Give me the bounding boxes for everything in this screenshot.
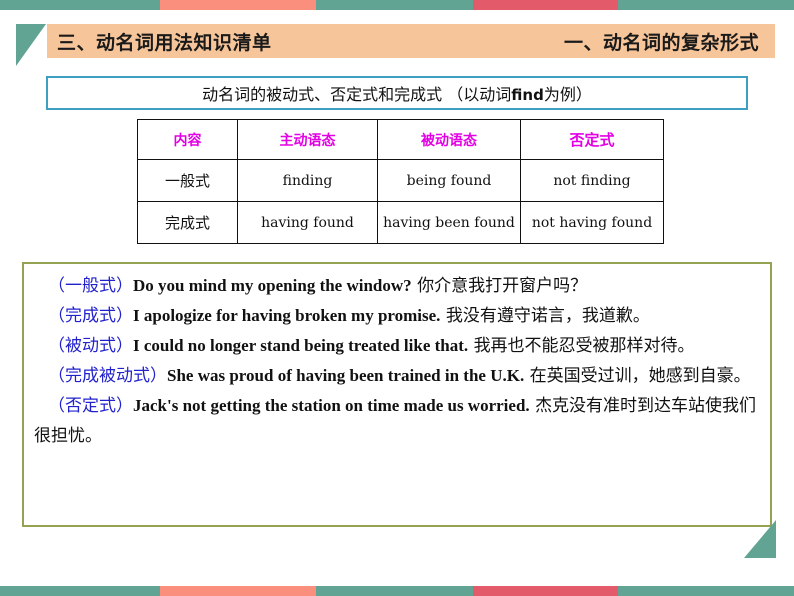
subtitle-text-after: 为例） xyxy=(543,85,592,104)
slide-header: 三、动名词用法知识清单 一、动名词的复杂形式 xyxy=(0,24,794,66)
example-tag: （完成被动式） xyxy=(48,366,167,386)
table-cell-row0-col2: being found xyxy=(377,159,521,202)
example-line: （一般式）Do you mind my opening the window? … xyxy=(34,271,760,301)
example-tag: （完成式） xyxy=(48,306,133,326)
header-bar: 三、动名词用法知识清单 一、动名词的复杂形式 xyxy=(47,24,775,58)
table-cell-row0-col0: 一般式 xyxy=(137,159,238,202)
strip-band xyxy=(316,0,473,10)
subtitle-text-emphasis: find xyxy=(511,86,544,104)
example-line: （完成被动式）She was proud of having been trai… xyxy=(34,361,760,391)
table-cell-row1-col0: 完成式 xyxy=(137,201,238,244)
table-cell-row1-col2: having been found xyxy=(377,201,521,244)
table-cell-row0-col1: finding xyxy=(237,159,378,202)
strip-band xyxy=(618,0,794,10)
example-chinese: 我再也不能忍受被那样对待。 xyxy=(473,336,695,356)
table-row: 一般式 finding being found not finding xyxy=(137,159,664,202)
gerund-forms-table: 内容 主动语态 被动语态 否定式 一般式 finding being found… xyxy=(137,119,664,244)
table-header-row: 内容 主动语态 被动语态 否定式 xyxy=(137,119,664,160)
example-tag: （否定式） xyxy=(48,396,133,416)
example-line: （否定式）Jack's not getting the station on t… xyxy=(34,391,760,451)
subtitle-box: 动名词的被动式、否定式和完成式 （以动词find为例） xyxy=(46,76,748,110)
strip-band xyxy=(316,586,473,596)
header-section-label: 一、动名词的复杂形式 xyxy=(563,31,759,54)
table-cell-row0-col3: not finding xyxy=(520,159,664,202)
page-title: 三、动名词用法知识清单 xyxy=(57,31,272,54)
example-line: （被动式）I could no longer stand being treat… xyxy=(34,331,760,361)
strip-band xyxy=(473,586,618,596)
strip-band xyxy=(0,0,160,10)
strip-band xyxy=(160,586,316,596)
header-triangle-decoration xyxy=(16,24,46,66)
examples-box: （一般式）Do you mind my opening the window? … xyxy=(22,262,772,527)
top-decorative-strip xyxy=(0,0,794,10)
table-header-cell-negative-form: 否定式 xyxy=(520,119,664,160)
example-tag: （一般式） xyxy=(48,276,133,296)
subtitle-text-before: 动名词的被动式、否定式和完成式 （以动词 xyxy=(202,85,512,104)
example-chinese: 我没有遵守诺言，我道歉。 xyxy=(445,306,650,326)
strip-band xyxy=(0,586,160,596)
strip-band xyxy=(618,586,794,596)
strip-band xyxy=(473,0,618,10)
example-english: I could no longer stand being treated li… xyxy=(133,336,469,355)
table-row: 完成式 having found having been found not h… xyxy=(137,201,664,244)
example-tag: （被动式） xyxy=(48,336,133,356)
table-header-cell-content: 内容 xyxy=(137,119,238,160)
example-english: Jack's not getting the station on time m… xyxy=(133,396,530,415)
example-chinese: 你介意我打开窗户吗？ xyxy=(417,276,588,296)
example-english: I apologize for having broken my promise… xyxy=(133,306,441,325)
bottom-decorative-strip xyxy=(0,586,794,596)
example-line: （完成式）I apologize for having broken my pr… xyxy=(34,301,760,331)
table-header-cell-active-voice: 主动语态 xyxy=(237,119,378,160)
example-chinese: 在英国受过训，她感到自豪。 xyxy=(529,366,751,386)
table-cell-row1-col1: having found xyxy=(237,201,378,244)
table-cell-row1-col3: not having found xyxy=(520,201,664,244)
table-header-cell-passive-voice: 被动语态 xyxy=(377,119,521,160)
subtitle-text: 动名词的被动式、否定式和完成式 （以动词find为例） xyxy=(202,81,592,105)
strip-band xyxy=(160,0,316,10)
example-english: She was proud of having been trained in … xyxy=(167,366,525,385)
example-english: Do you mind my opening the window? xyxy=(133,276,412,295)
